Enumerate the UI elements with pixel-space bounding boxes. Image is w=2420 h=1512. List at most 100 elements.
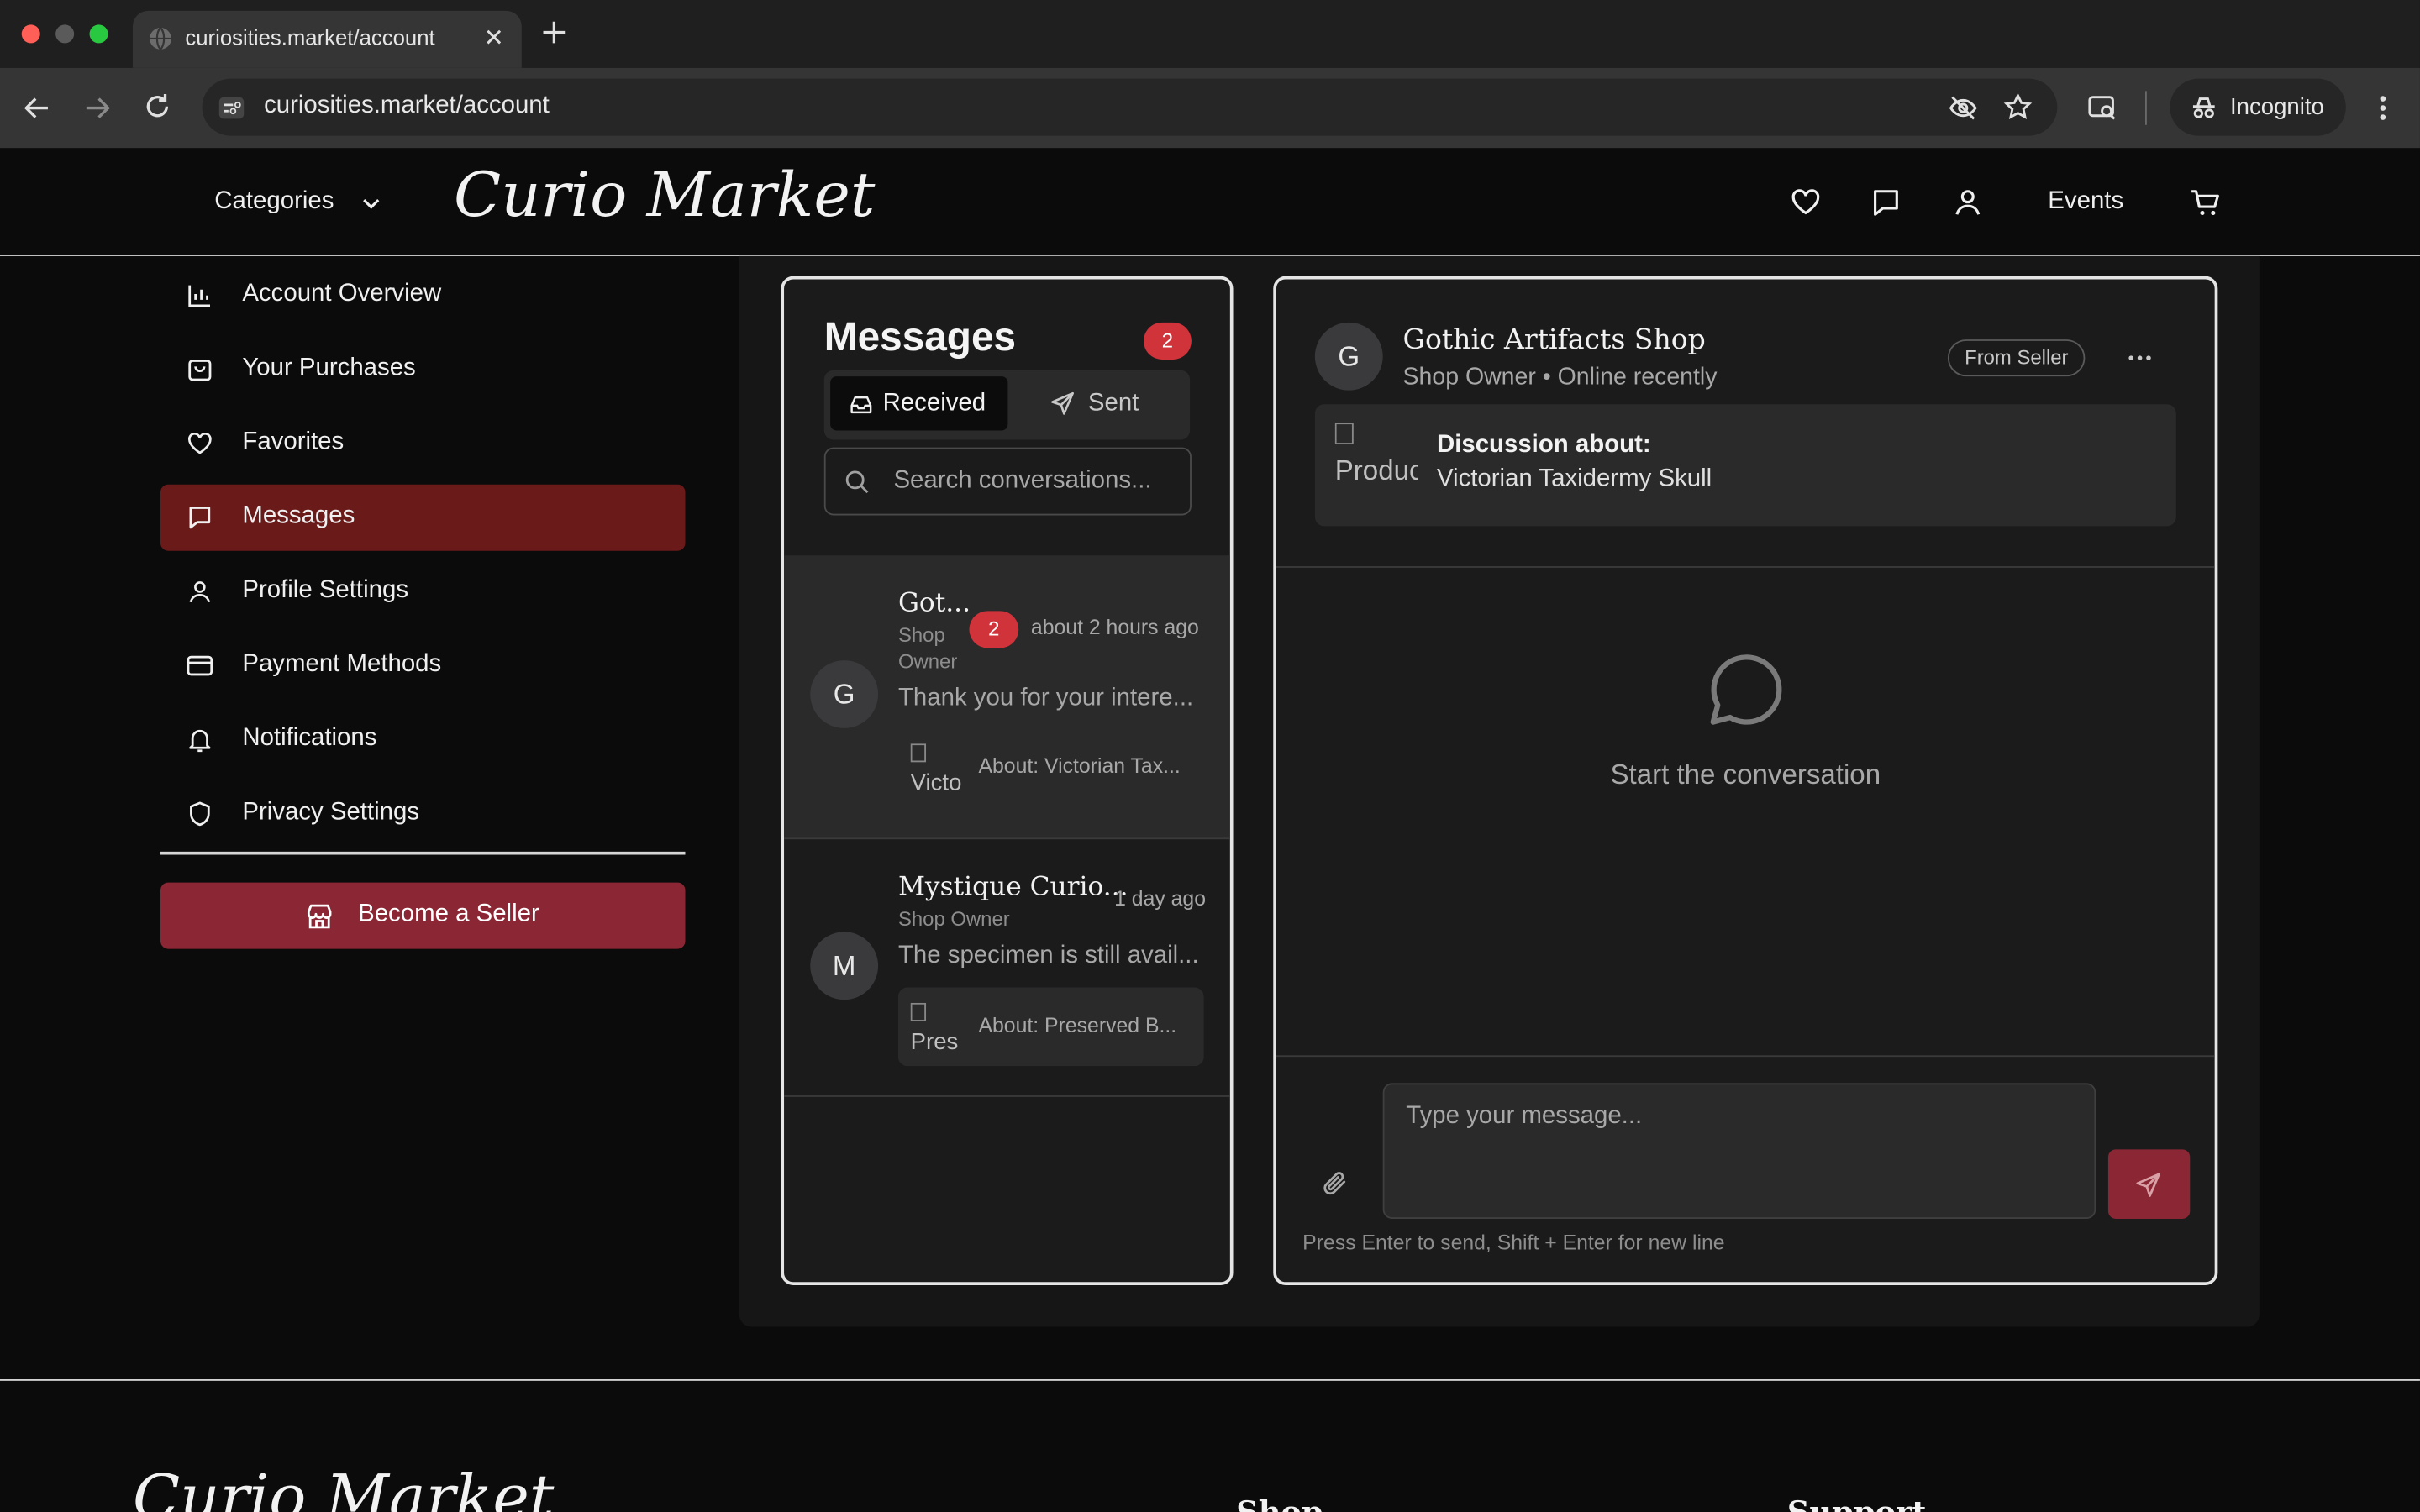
back-icon[interactable]: [24, 94, 51, 122]
window-minimize-dot[interactable]: [55, 24, 75, 44]
paperclip-icon[interactable]: [1321, 1169, 1349, 1197]
message-input[interactable]: Type your message...: [1382, 1083, 2096, 1219]
forward-icon[interactable]: [83, 94, 111, 122]
window-close-dot[interactable]: [21, 24, 40, 44]
bar-chart-icon: [187, 282, 213, 308]
reload-icon[interactable]: [144, 92, 171, 120]
discussion-label: Discussion about:: [1436, 432, 1651, 459]
conversation-list-pane: Messages 2 Received Sent Search conversa…: [781, 276, 1234, 1285]
search-icon: [844, 469, 871, 495]
tab-title: curiosities.market/account: [185, 24, 435, 50]
avatar: G: [810, 660, 879, 728]
conversation-item[interactable]: M Mystique Curio... Shop Owner 1 day ago…: [784, 839, 1230, 1097]
discussion-item: Victorian Taxidermy Skull: [1436, 465, 1712, 492]
composer-hint: Press Enter to send, Shift + Enter for n…: [1302, 1231, 1725, 1255]
thread-header-divider: [1276, 566, 2215, 568]
sidebar-item-payment-methods[interactable]: Payment Methods: [160, 633, 685, 699]
browser-toolbar: curiosities.market/account Incognito: [0, 67, 2420, 149]
send-icon: [1050, 391, 1076, 417]
become-seller-button[interactable]: Become a Seller: [160, 882, 686, 949]
incognito-label: Incognito: [2230, 94, 2324, 121]
bookmark-star-icon[interactable]: [2003, 92, 2033, 122]
conversation-product-chip: Victo About: Victorian Tax...: [897, 734, 1204, 801]
sidebar-item-messages[interactable]: Messages: [160, 484, 686, 551]
conversation-preview: Thank you for your intere...: [897, 685, 1194, 711]
sidebar-item-label: Messages: [242, 502, 355, 529]
product-alt-text: Pres: [910, 1029, 959, 1051]
toolbar-divider: [2145, 91, 2147, 125]
conversation-preview: The specimen is still avail...: [897, 942, 1199, 969]
product-thumbnail: Victo: [910, 743, 966, 791]
categories-menu[interactable]: Categories: [214, 148, 392, 256]
broken-image-icon: [910, 1002, 927, 1021]
product-thumbnail: Produc: [1334, 423, 1418, 485]
conversation-name: Got...: [897, 587, 971, 619]
page-root: curiosities.market/account curiosities.m…: [0, 0, 2420, 1512]
empty-state-text: Start the conversation: [1610, 759, 1881, 790]
footer-col-support: Support: [1786, 1493, 1927, 1512]
become-seller-label: Become a Seller: [358, 900, 539, 927]
product-thumbnail: Pres: [910, 1002, 966, 1051]
tab-received[interactable]: Received: [830, 376, 1008, 431]
url-text: curiosities.market/account: [264, 92, 550, 119]
conversation-search[interactable]: Search conversations...: [823, 447, 1192, 516]
sidebar-item-label: Privacy Settings: [242, 799, 420, 826]
sidebar-item-favorites[interactable]: Favorites: [160, 411, 685, 477]
site-logo[interactable]: Curio Market: [454, 160, 875, 231]
shield-icon: [187, 801, 213, 827]
conversation-about: About: Victorian Tax...: [978, 754, 1181, 778]
sidebar-item-notifications[interactable]: Notifications: [160, 706, 685, 773]
composer-divider: [1276, 1055, 2215, 1058]
sidebar-item-account-overview[interactable]: Account Overview: [160, 262, 685, 328]
from-seller-badge: From Seller: [1947, 339, 2086, 377]
conversation-about: About: Preserved B...: [978, 1013, 1177, 1037]
new-tab-icon[interactable]: [542, 20, 566, 45]
browser-tab[interactable]: curiosities.market/account: [132, 10, 522, 68]
sidebar-item-your-purchases[interactable]: Your Purchases: [160, 336, 685, 402]
tab-sent[interactable]: Sent: [1016, 376, 1182, 430]
tab-search-icon[interactable]: [2086, 92, 2118, 123]
send-button[interactable]: [2107, 1149, 2191, 1219]
more-options-icon[interactable]: [2127, 345, 2153, 370]
sidebar-item-label: Profile Settings: [242, 576, 409, 604]
incognito-icon: [2188, 92, 2219, 123]
message-input-placeholder: Type your message...: [1406, 1103, 1643, 1130]
store-icon: [306, 902, 334, 930]
cart-icon[interactable]: [2190, 188, 2221, 218]
site-settings-icon[interactable]: [218, 94, 245, 122]
product-alt-text: Produc: [1334, 454, 1418, 485]
site-footer: Curio Market Shop Support: [0, 1381, 2420, 1512]
credit-card-icon: [187, 653, 213, 679]
tab-close-icon[interactable]: [485, 28, 503, 46]
thread-status: Shop Owner • Online recently: [1402, 364, 1718, 391]
sidebar-item-label: Account Overview: [242, 281, 442, 307]
broken-image-icon: [1334, 423, 1354, 444]
browser-tabstrip: curiosities.market/account: [0, 0, 2420, 68]
sidebar-item-privacy-settings[interactable]: Privacy Settings: [160, 780, 685, 847]
sidebar-item-label: Notifications: [242, 725, 377, 752]
inbox-icon: [850, 393, 872, 415]
footer-col-shop: Shop: [1236, 1493, 1323, 1512]
globe-icon: [148, 26, 172, 50]
send-icon: [2134, 1171, 2162, 1199]
browser-menu-icon[interactable]: [2370, 92, 2395, 123]
chevron-down-icon: [361, 193, 381, 213]
messages-icon[interactable]: [1870, 188, 1902, 218]
site-header: Categories Curio Market Events: [0, 148, 2420, 256]
incognito-indicator[interactable]: Incognito: [2170, 78, 2346, 136]
address-bar[interactable]: curiosities.market/account: [202, 78, 2058, 136]
chat-bubble-icon: [1707, 651, 1784, 728]
events-link[interactable]: Events: [2048, 188, 2123, 216]
footer-logo[interactable]: Curio Market: [133, 1462, 554, 1512]
conversation-item[interactable]: G Got... Shop Owner 2 about 2 hours ago …: [784, 555, 1230, 840]
eye-off-icon[interactable]: [1948, 92, 1979, 123]
sidebar-item-profile-settings[interactable]: Profile Settings: [160, 559, 685, 625]
window-zoom-dot[interactable]: [89, 24, 108, 44]
conversation-time: 1 day ago: [1114, 887, 1207, 911]
conversation-name: Mystique Curio...: [897, 871, 1128, 903]
conversation-time: about 2 hours ago: [1030, 615, 1199, 639]
favorites-heart-icon[interactable]: [1791, 188, 1822, 216]
logo-text: Curio Market: [132, 1462, 555, 1512]
account-user-icon[interactable]: [1952, 186, 1983, 218]
shopping-bag-icon: [187, 356, 213, 382]
